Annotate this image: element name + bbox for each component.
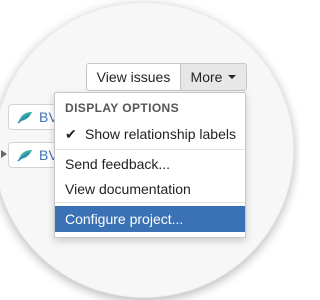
toolbar-button-group: View issues More [86,63,247,91]
menu-divider [55,202,245,203]
more-button[interactable]: More [181,64,246,90]
menu-item-send-feedback[interactable]: Send feedback... [55,152,245,176]
leaf-icon [17,150,32,162]
checkmark-icon: ✔ [65,125,77,142]
magnifier-lens: BV BV View issues More DISPLAY OPTIONS ✔… [0,2,294,298]
more-dropdown-menu: DISPLAY OPTIONS ✔ Show relationship labe… [54,92,246,238]
view-issues-button[interactable]: View issues [87,64,181,90]
display-options-header: DISPLAY OPTIONS [65,101,180,115]
menu-item-label: Show relationship labels [85,126,236,142]
screenshot-stage: BV BV View issues More DISPLAY OPTIONS ✔… [0,0,300,300]
menu-item-configure-project[interactable]: Configure project... [55,206,245,232]
leaf-icon [17,112,32,124]
menu-divider [55,149,245,150]
more-button-label: More [190,69,223,85]
menu-item-view-documentation[interactable]: View documentation [55,177,245,201]
lens-content: BV BV View issues More DISPLAY OPTIONS ✔… [0,2,294,298]
caret-down-icon [228,75,237,79]
menu-item-show-relationship-labels[interactable]: ✔ Show relationship labels [55,122,245,146]
arrow-icon [1,150,7,158]
